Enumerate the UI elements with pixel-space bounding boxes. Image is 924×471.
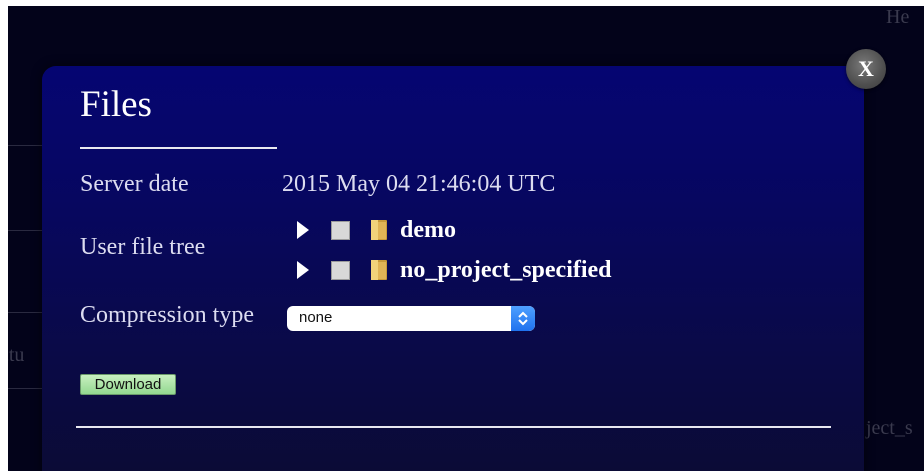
expand-arrow-icon[interactable] (297, 221, 309, 239)
file-tree-checkbox[interactable] (331, 220, 350, 240)
background-right-text: ject_s (866, 417, 913, 439)
compression-type-label: Compression type (80, 302, 254, 328)
compression-type-select[interactable]: none (287, 306, 535, 331)
file-tree-checkbox[interactable] (331, 260, 350, 280)
close-button[interactable]: X (846, 49, 886, 89)
folder-icon (371, 260, 387, 280)
file-tree-item: demo (297, 216, 456, 244)
folder-icon (371, 220, 387, 240)
expand-arrow-icon[interactable] (297, 261, 309, 279)
download-button[interactable]: Download (80, 374, 176, 395)
compression-type-value: none (299, 309, 333, 326)
file-tree-item-label[interactable]: no_project_specified (400, 257, 612, 284)
background-left-text: ctu (8, 344, 25, 366)
title-divider (80, 147, 277, 149)
server-date-label: Server date (80, 171, 189, 197)
dialog-title: Files (80, 84, 152, 125)
file-tree-item: no_project_specified (297, 256, 612, 284)
bottom-divider (76, 426, 831, 428)
background-help-text: He (886, 6, 910, 28)
file-tree-item-label[interactable]: demo (400, 217, 456, 244)
user-file-tree-label: User file tree (80, 234, 206, 260)
files-dialog: Files Server date 2015 May 04 21:46:04 U… (42, 66, 864, 471)
server-date-value: 2015 May 04 21:46:04 UTC (282, 171, 556, 197)
page: He ctu ject_s Files Server date 2015 May… (0, 0, 924, 471)
select-arrows-icon (511, 306, 535, 331)
